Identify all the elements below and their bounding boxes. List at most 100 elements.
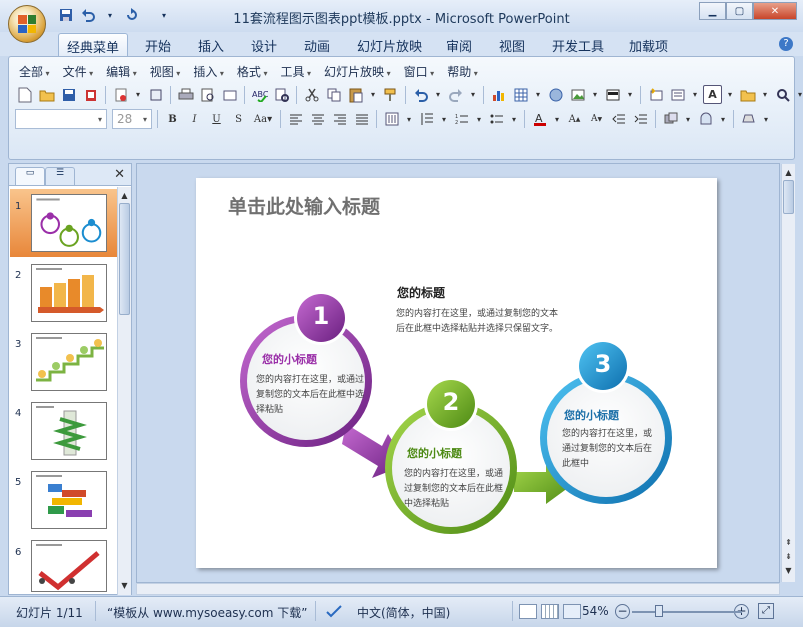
shadow-button[interactable]: S	[229, 110, 248, 129]
minimize-icon[interactable]: ▁	[699, 2, 726, 20]
shape-fill-dropdown-icon[interactable]: ▾	[761, 110, 771, 129]
justify-icon[interactable]	[352, 110, 371, 129]
main-heading[interactable]: 您的标题	[397, 284, 445, 301]
step1-heading[interactable]: 您的小标题	[262, 351, 317, 367]
menu-format[interactable]: 格式	[237, 63, 268, 80]
insert-picture-icon[interactable]	[568, 85, 587, 104]
picture-dropdown-icon[interactable]: ▾	[590, 85, 600, 104]
step3-body[interactable]: 您的内容打在这里，或通过复制您的文本后在此框中	[562, 427, 654, 472]
permission-icon[interactable]	[81, 85, 100, 104]
previous-slide-icon[interactable]: ⇞	[782, 536, 795, 550]
save-icon[interactable]	[59, 85, 78, 104]
bullets-icon[interactable]	[487, 110, 506, 129]
new-file-icon[interactable]	[15, 85, 34, 104]
insert-table-icon[interactable]	[511, 85, 530, 104]
tab-review[interactable]: 审阅	[446, 36, 472, 55]
scroll-up-icon[interactable]: ▲	[118, 189, 131, 203]
bold-button[interactable]: B	[163, 110, 182, 129]
tab-classic-menu[interactable]: 经典菜单	[58, 33, 129, 57]
menu-help[interactable]: 帮助	[447, 63, 478, 80]
menu-window[interactable]: 窗口	[404, 63, 435, 80]
tab-insert[interactable]: 插入	[198, 36, 224, 55]
text-direction-dropdown-icon[interactable]: ▾	[404, 110, 414, 129]
copy-icon[interactable]	[324, 85, 343, 104]
redo-dropdown-icon[interactable]: ▾	[468, 85, 478, 104]
format-painter-icon[interactable]	[381, 85, 400, 104]
page-setup-icon[interactable]	[220, 85, 239, 104]
slide-thumbnail[interactable]	[31, 471, 107, 529]
slideshow-view-icon[interactable]	[563, 604, 581, 619]
attach-icon[interactable]	[146, 85, 165, 104]
pane-close-icon[interactable]: ✕	[114, 167, 125, 182]
redo-icon[interactable]	[446, 85, 465, 104]
grow-font-icon[interactable]: A ▲	[565, 110, 584, 129]
find-dropdown-icon[interactable]: ▾	[795, 85, 803, 104]
decrease-indent-icon[interactable]	[609, 110, 628, 129]
table-dropdown-icon[interactable]: ▾	[533, 85, 543, 104]
cut-icon[interactable]	[302, 85, 321, 104]
spelling-icon[interactable]: ABC	[250, 85, 269, 104]
undo-dropdown-icon[interactable]: ▾	[433, 85, 443, 104]
tab-slideshow[interactable]: 幻灯片放映	[357, 36, 422, 55]
scroll-down-icon[interactable]: ▼	[118, 579, 131, 593]
thumbnail-scrollbar[interactable]: ▲ ▼	[117, 187, 131, 595]
new-slide-icon[interactable]	[646, 85, 665, 104]
paste-dropdown-icon[interactable]: ▾	[368, 85, 378, 104]
bullets-dropdown-icon[interactable]: ▾	[509, 110, 519, 129]
slide-vertical-scrollbar[interactable]: ▲ ⇞ ⇟ ▼	[781, 164, 795, 582]
tab-view[interactable]: 视图	[499, 36, 525, 55]
scroll-up-icon[interactable]: ▲	[782, 166, 795, 180]
slide-thumbnail[interactable]	[31, 264, 107, 322]
slide-horizontal-scrollbar[interactable]	[136, 583, 780, 595]
slide-thumbnail[interactable]	[31, 540, 107, 592]
scroll-thumb[interactable]	[119, 203, 130, 315]
align-right-icon[interactable]	[330, 110, 349, 129]
slide-sorter-view-icon[interactable]	[541, 604, 559, 619]
slide-thumbnail[interactable]	[31, 402, 107, 460]
clip-art-icon[interactable]	[546, 85, 565, 104]
find-icon[interactable]	[773, 85, 792, 104]
align-center-icon[interactable]	[308, 110, 327, 129]
numbering-icon[interactable]: 12	[452, 110, 471, 129]
step3-heading[interactable]: 您的小标题	[564, 407, 619, 423]
step2-body[interactable]: 您的内容打在这里，或通过复制您的文本后在此框中选择粘贴	[404, 467, 508, 512]
tab-design[interactable]: 设计	[251, 36, 277, 55]
outline-tab[interactable]: ☰	[45, 167, 75, 185]
language-indicator[interactable]: 中文(简体，中国)	[357, 604, 450, 621]
line-spacing-icon[interactable]	[417, 110, 436, 129]
tab-home[interactable]: 开始	[145, 36, 171, 55]
step2-heading[interactable]: 您的小标题	[407, 445, 462, 461]
arrange-dropdown-icon[interactable]: ▾	[683, 110, 693, 129]
maximize-icon[interactable]: ▢	[726, 2, 753, 20]
close-icon[interactable]: ✕	[753, 2, 797, 20]
menu-file[interactable]: 文件	[63, 63, 94, 80]
font-name-combo[interactable]: ▾	[15, 109, 107, 129]
tab-developer[interactable]: 开发工具	[552, 36, 604, 55]
zoom-level[interactable]: 54%	[582, 604, 609, 618]
menu-insert[interactable]: 插入	[193, 63, 224, 80]
shrink-font-icon[interactable]: A ▼	[587, 110, 606, 129]
shape-fill-icon[interactable]	[739, 110, 758, 129]
main-body-text[interactable]: 您的内容打在这里，或通过复制您的文本后在此框中选择粘贴并选择只保留文字。	[396, 307, 566, 337]
slides-tab[interactable]: ▭	[15, 167, 45, 185]
normal-view-icon[interactable]	[519, 604, 537, 619]
font-size-combo[interactable]: 28 ▾	[112, 109, 152, 129]
change-case-button[interactable]: Aa▾	[251, 110, 275, 129]
menu-all[interactable]: 全部	[19, 63, 50, 80]
open-folder-icon[interactable]	[37, 85, 56, 104]
folder-dropdown-icon[interactable]: ▾	[760, 85, 770, 104]
slide-thumbnail[interactable]	[31, 333, 107, 391]
menu-tools[interactable]: 工具	[280, 63, 311, 80]
outline-view-icon[interactable]	[668, 85, 687, 104]
quick-styles-dropdown-icon[interactable]: ▾	[718, 110, 728, 129]
scroll-down-icon[interactable]: ▼	[782, 564, 795, 578]
underline-button[interactable]: U	[207, 110, 226, 129]
scroll-thumb[interactable]	[783, 180, 794, 214]
undo-icon[interactable]	[411, 85, 430, 104]
zoom-out-icon[interactable]: −	[615, 604, 630, 619]
print-icon[interactable]	[176, 85, 195, 104]
font-color-dropdown-icon[interactable]: ▾	[552, 110, 562, 129]
step1-body[interactable]: 您的内容打在这里，或通过复制您的文本后在此框中选择粘贴	[256, 373, 364, 418]
text-box-icon[interactable]: A	[703, 85, 722, 104]
print-preview-icon[interactable]	[198, 85, 217, 104]
